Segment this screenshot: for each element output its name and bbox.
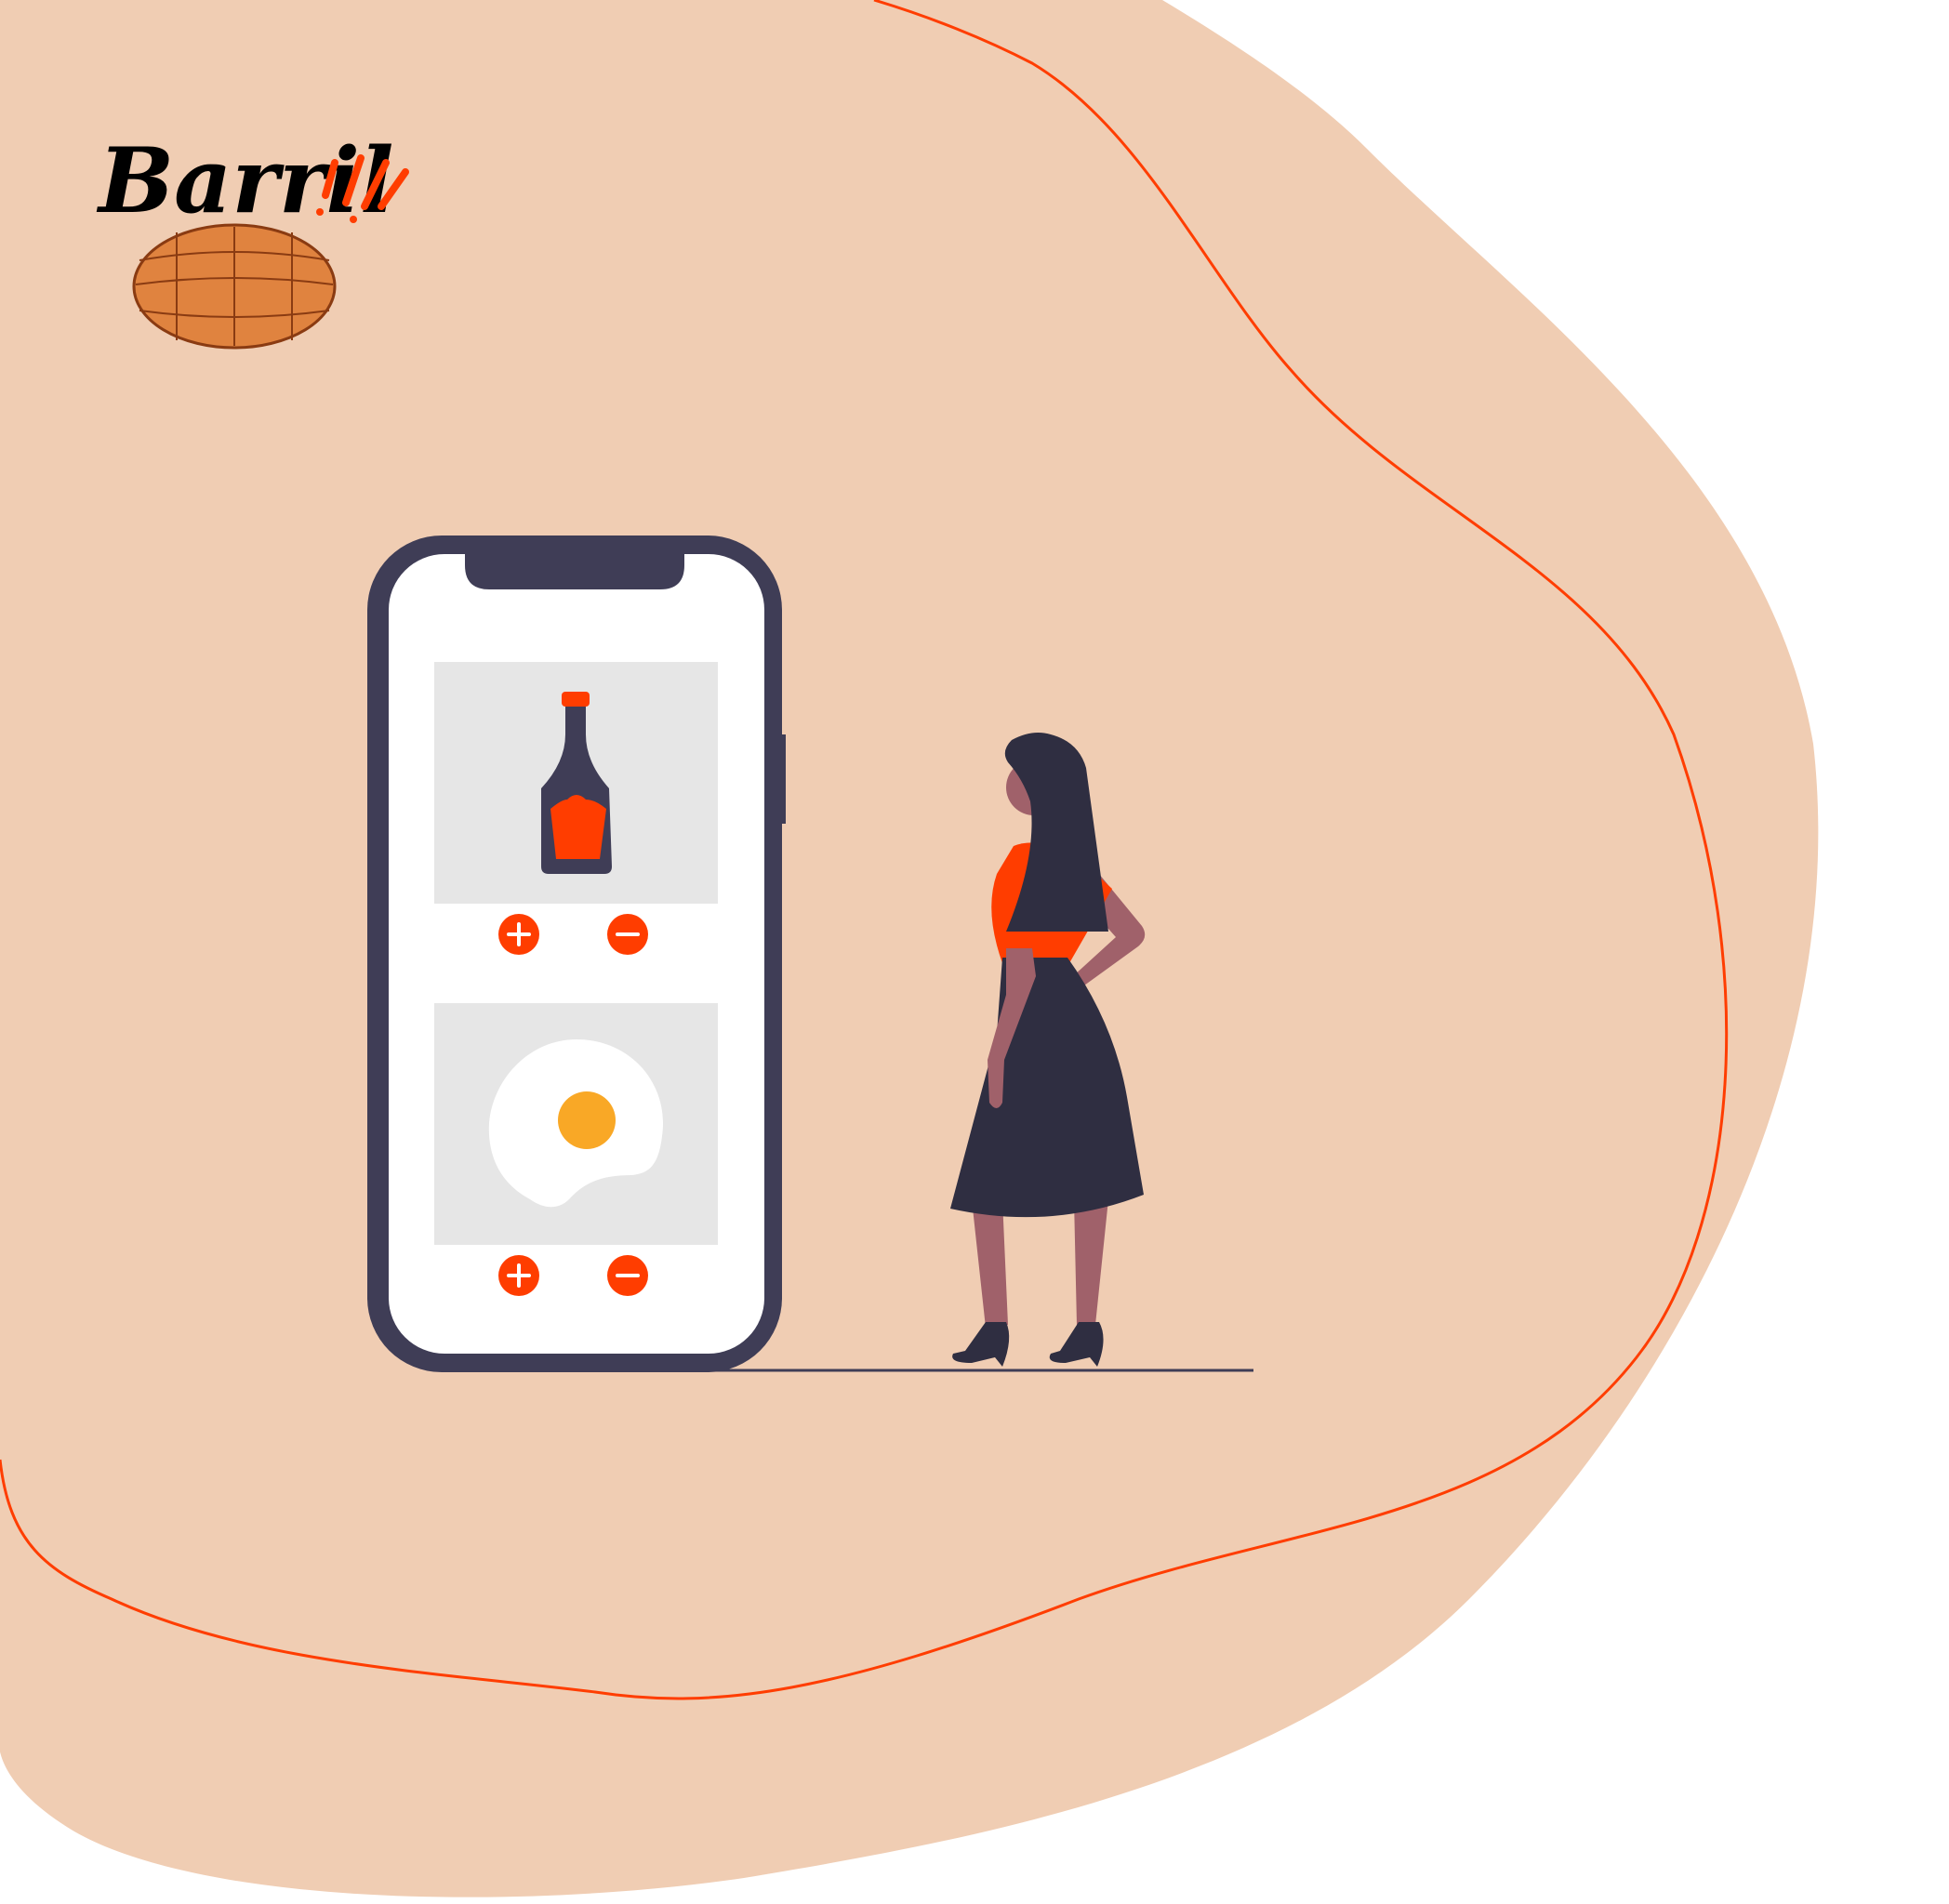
illustration: Barril bbox=[0, 0, 1819, 1897]
phone-notch bbox=[465, 554, 684, 589]
remove-button[interactable] bbox=[607, 914, 648, 955]
remove-button[interactable] bbox=[607, 1255, 648, 1296]
add-button[interactable] bbox=[498, 1255, 539, 1296]
product-card-egg[interactable] bbox=[434, 1003, 718, 1245]
brand-name: Barril bbox=[96, 128, 393, 233]
phone-mockup bbox=[367, 536, 786, 1372]
barrel-icon bbox=[132, 223, 337, 350]
add-button[interactable] bbox=[498, 914, 539, 955]
product-card-sauce[interactable] bbox=[434, 662, 718, 904]
